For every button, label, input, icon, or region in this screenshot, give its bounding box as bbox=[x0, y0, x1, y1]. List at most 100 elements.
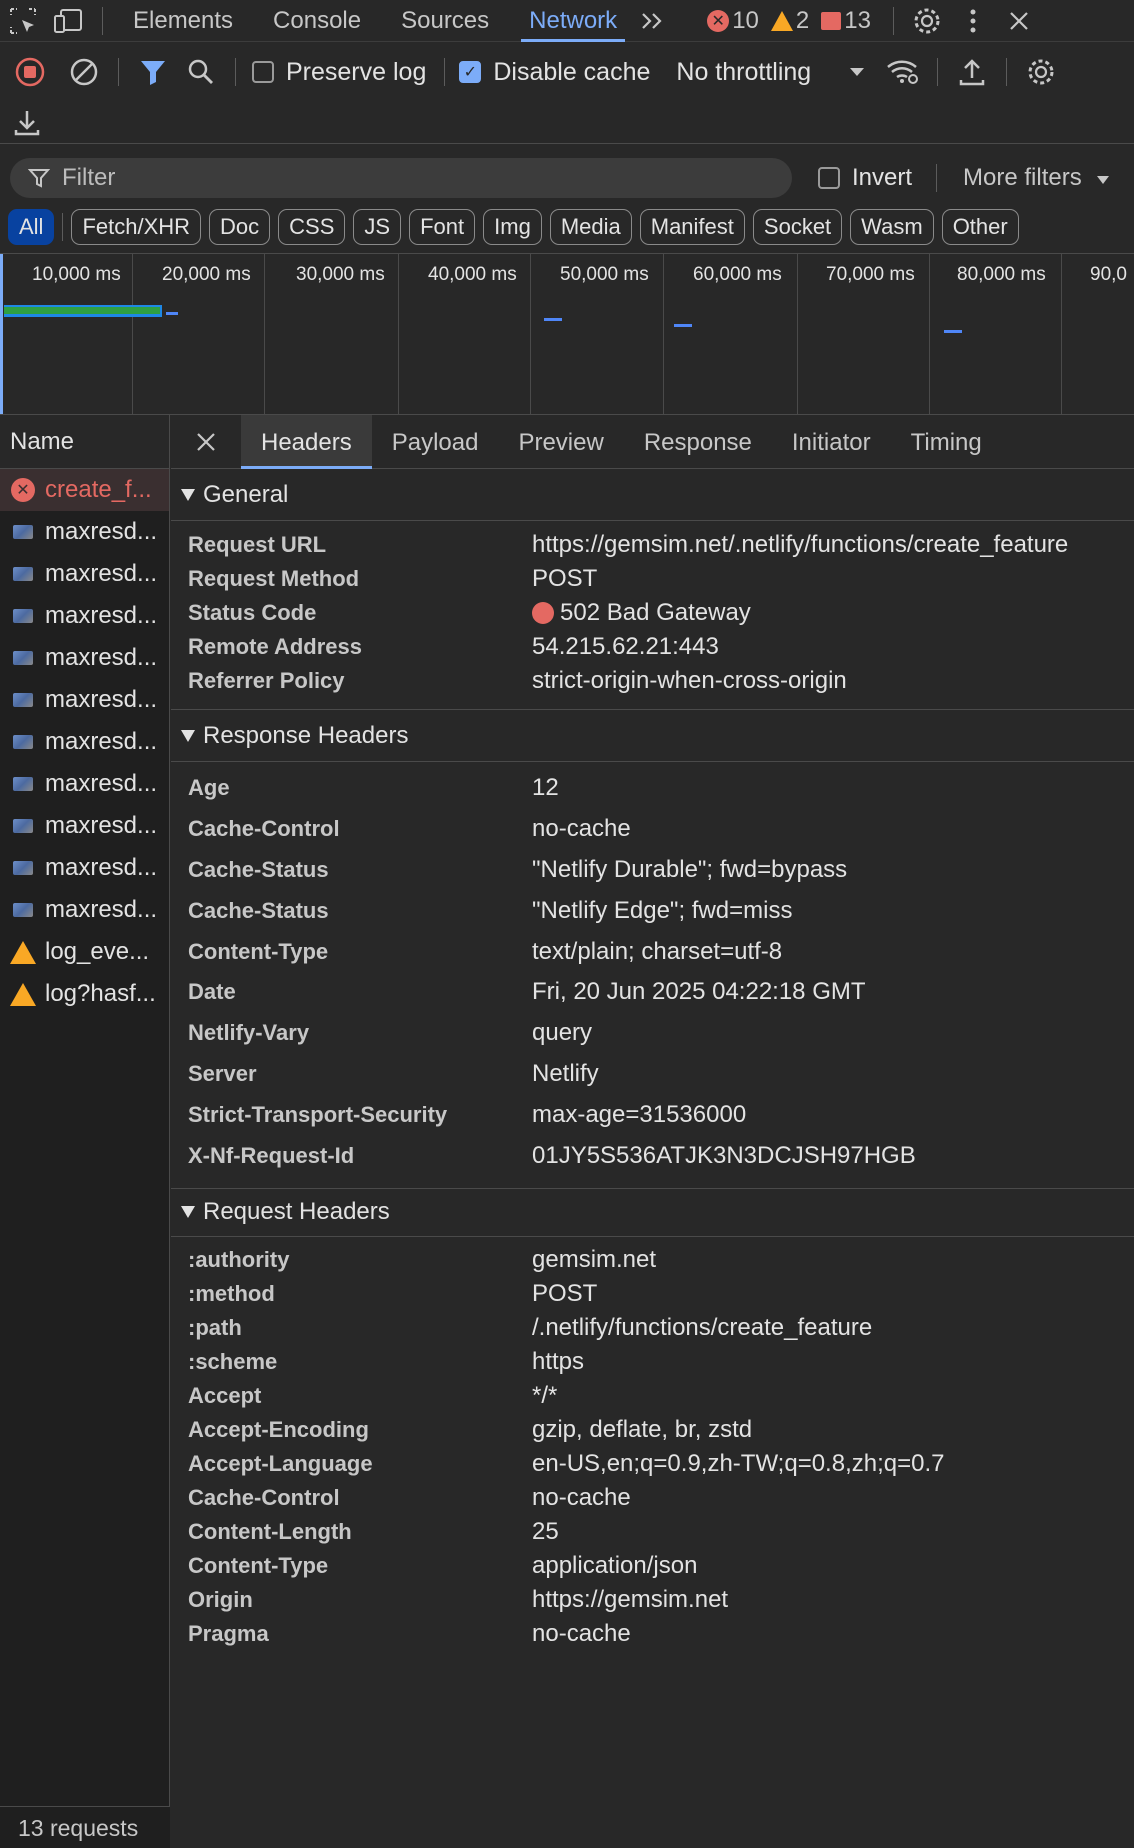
throttling-select[interactable]: No throttling bbox=[676, 58, 865, 87]
tab-timing[interactable]: Timing bbox=[891, 415, 1002, 469]
tab-network[interactable]: Network bbox=[509, 0, 637, 42]
general-section-header[interactable]: General bbox=[171, 469, 1134, 521]
filter-funnel-icon[interactable] bbox=[129, 48, 177, 96]
tab-sources[interactable]: Sources bbox=[381, 0, 509, 42]
import-har-icon[interactable] bbox=[948, 48, 996, 96]
request-row[interactable]: log_eve... bbox=[0, 931, 169, 973]
header-value[interactable]: 54.215.62.21:443 bbox=[532, 633, 719, 661]
header-value[interactable]: POST bbox=[532, 565, 597, 593]
invert-checkbox[interactable]: Invert bbox=[818, 164, 912, 192]
network-settings-icon[interactable] bbox=[1017, 48, 1065, 96]
header-value[interactable]: /.netlify/functions/create_feature bbox=[532, 1314, 872, 1342]
request-row[interactable]: maxresd... bbox=[0, 805, 169, 847]
section-title: Response Headers bbox=[203, 721, 409, 749]
chip-img[interactable]: Img bbox=[483, 209, 542, 245]
chip-wasm[interactable]: Wasm bbox=[850, 209, 934, 245]
request-row[interactable]: maxresd... bbox=[0, 721, 169, 763]
search-icon[interactable] bbox=[177, 48, 225, 96]
request-row[interactable]: maxresd... bbox=[0, 553, 169, 595]
chip-fetch-xhr[interactable]: Fetch/XHR bbox=[71, 209, 202, 245]
chip-js[interactable]: JS bbox=[353, 209, 402, 245]
header-value[interactable]: application/json bbox=[532, 1552, 697, 1580]
collapse-arrow-icon bbox=[181, 1206, 195, 1219]
header-row: Referrer Policy strict-origin-when-cross-… bbox=[171, 664, 1134, 698]
more-filters-dropdown[interactable]: More filters bbox=[963, 164, 1110, 192]
settings-gear-icon[interactable] bbox=[904, 0, 950, 42]
close-details-icon[interactable] bbox=[171, 415, 241, 469]
header-value[interactable]: Netlify bbox=[532, 1060, 599, 1088]
header-value[interactable]: Fri, 20 Jun 2025 04:22:18 GMT bbox=[532, 978, 866, 1006]
header-value[interactable]: 502 Bad Gateway bbox=[532, 599, 751, 627]
header-value[interactable]: query bbox=[532, 1019, 592, 1047]
kebab-menu-icon[interactable] bbox=[950, 0, 996, 42]
checkbox-unchecked[interactable] bbox=[818, 167, 840, 189]
request-row[interactable]: maxresd... bbox=[0, 889, 169, 931]
header-value[interactable]: gzip, deflate, br, zstd bbox=[532, 1416, 752, 1444]
request-row[interactable]: maxresd... bbox=[0, 763, 169, 805]
chip-media[interactable]: Media bbox=[549, 209, 632, 245]
filter-icon bbox=[28, 169, 50, 188]
request-headers-section-header[interactable]: Request Headers bbox=[171, 1189, 1134, 1237]
header-value[interactable]: "Netlify Edge"; fwd=miss bbox=[532, 897, 792, 925]
header-value[interactable]: https://gemsim.net bbox=[532, 1586, 728, 1614]
tab-preview[interactable]: Preview bbox=[498, 415, 623, 469]
timeline-overview[interactable]: 10,000 ms 20,000 ms 30,000 ms 40,000 ms … bbox=[0, 253, 1134, 415]
header-value[interactable]: https://gemsim.net/.netlify/functions/cr… bbox=[532, 531, 1068, 559]
inspect-element-icon[interactable] bbox=[0, 0, 46, 42]
grid-line bbox=[797, 254, 798, 414]
chip-manifest[interactable]: Manifest bbox=[639, 209, 745, 245]
request-row[interactable]: maxresd... bbox=[0, 637, 169, 679]
tab-payload[interactable]: Payload bbox=[372, 415, 499, 469]
more-tabs-icon[interactable] bbox=[637, 0, 667, 42]
header-value[interactable]: max-age=31536000 bbox=[532, 1101, 746, 1129]
request-row[interactable]: maxresd... bbox=[0, 595, 169, 637]
checkbox-checked[interactable]: ✓ bbox=[459, 61, 482, 83]
device-toolbar-icon[interactable] bbox=[46, 0, 92, 42]
header-value[interactable]: no-cache bbox=[532, 1484, 631, 1512]
tab-response[interactable]: Response bbox=[624, 415, 772, 469]
header-value[interactable]: gemsim.net bbox=[532, 1246, 656, 1274]
header-value[interactable]: en-US,en;q=0.9,zh-TW;q=0.8,zh;q=0.7 bbox=[532, 1450, 944, 1478]
header-value[interactable]: no-cache bbox=[532, 815, 631, 843]
export-har-icon[interactable] bbox=[14, 108, 40, 140]
header-value[interactable]: https bbox=[532, 1348, 584, 1376]
header-value[interactable]: POST bbox=[532, 1280, 597, 1308]
filter-input[interactable]: Filter bbox=[10, 158, 792, 198]
header-value[interactable]: 25 bbox=[532, 1518, 559, 1546]
header-value[interactable]: 01JY5S536ATJK3N3DCJSH97HGB bbox=[532, 1142, 916, 1170]
chip-css[interactable]: CSS bbox=[278, 209, 346, 245]
request-row[interactable]: maxresd... bbox=[0, 679, 169, 721]
close-devtools-icon[interactable] bbox=[996, 0, 1042, 42]
error-count-badge[interactable]: ✕ 10 bbox=[707, 7, 759, 35]
chip-socket[interactable]: Socket bbox=[752, 209, 843, 245]
chip-font[interactable]: Font bbox=[409, 209, 476, 245]
header-value[interactable]: "Netlify Durable"; fwd=bypass bbox=[532, 856, 847, 884]
name-column-header[interactable]: Name bbox=[0, 415, 169, 469]
chip-other[interactable]: Other bbox=[941, 209, 1019, 245]
tab-headers[interactable]: Headers bbox=[241, 414, 372, 469]
chip-doc[interactable]: Doc bbox=[209, 209, 271, 245]
disable-cache-checkbox[interactable]: ✓ Disable cache bbox=[459, 58, 650, 87]
header-value[interactable]: no-cache bbox=[532, 1620, 631, 1648]
clear-icon[interactable] bbox=[60, 48, 108, 96]
tab-elements[interactable]: Elements bbox=[113, 0, 253, 42]
preserve-log-checkbox[interactable]: Preserve log bbox=[252, 58, 426, 87]
header-name: Server bbox=[188, 1060, 257, 1086]
request-row[interactable]: maxresd... bbox=[0, 511, 169, 553]
network-conditions-icon[interactable] bbox=[879, 48, 927, 96]
tab-console[interactable]: Console bbox=[253, 0, 381, 42]
request-row[interactable]: log?hasf... bbox=[0, 973, 169, 1015]
header-value[interactable]: 12 bbox=[532, 774, 559, 802]
response-headers-section-header[interactable]: Response Headers bbox=[171, 710, 1134, 762]
request-row[interactable]: maxresd... bbox=[0, 847, 169, 889]
header-value[interactable]: text/plain; charset=utf-8 bbox=[532, 938, 782, 966]
stop-recording-icon[interactable] bbox=[6, 48, 54, 96]
request-row[interactable]: ✕ create_f... bbox=[0, 469, 169, 511]
warning-count-badge[interactable]: 2 bbox=[770, 7, 809, 35]
checkbox-unchecked[interactable] bbox=[252, 61, 274, 83]
header-value[interactable]: */* bbox=[532, 1382, 557, 1410]
header-value[interactable]: strict-origin-when-cross-origin bbox=[532, 667, 847, 695]
tab-initiator[interactable]: Initiator bbox=[772, 415, 891, 469]
chip-all[interactable]: All bbox=[8, 209, 55, 245]
issues-count-badge[interactable]: 13 bbox=[821, 7, 871, 35]
